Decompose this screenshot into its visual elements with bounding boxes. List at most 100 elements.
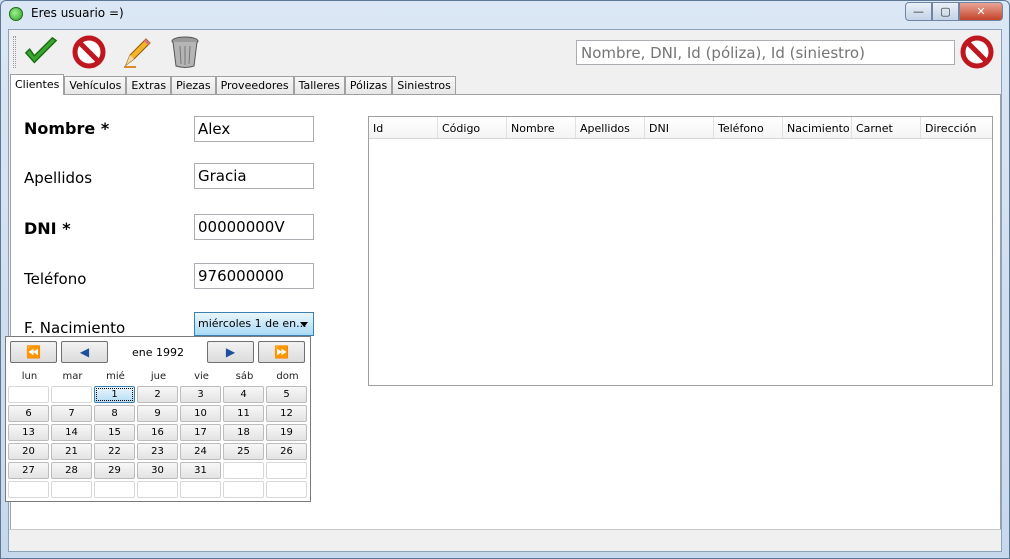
- calendar-day[interactable]: 25: [223, 443, 264, 460]
- calendar-day[interactable]: 5: [266, 386, 307, 403]
- next-year-button[interactable]: ⏩: [258, 341, 305, 363]
- calendar-day[interactable]: 22: [94, 443, 135, 460]
- dni-field[interactable]: 00000000V: [194, 214, 314, 240]
- calendar-day[interactable]: 1: [94, 386, 135, 403]
- calendar-popup: ⏪ ◀ ene 1992 ▶ ⏩ lun mar mié jue vie sáb dom 1 2…: [5, 336, 311, 502]
- calendar-month-label: ene 1992: [132, 346, 184, 359]
- window-title: Eres usuario =): [31, 6, 124, 20]
- confirm-button[interactable]: [23, 34, 59, 70]
- nombre-label: Nombre *: [24, 119, 110, 138]
- calendar-empty-cell: [223, 462, 264, 479]
- cancel-button[interactable]: [71, 34, 107, 70]
- title-bar[interactable]: Eres usuario =) — ▢ ✕: [1, 1, 1009, 27]
- prev-month-button[interactable]: ◀: [61, 341, 108, 363]
- search-input[interactable]: [576, 40, 955, 65]
- calendar-empty-cell: [51, 386, 92, 403]
- calendar-day[interactable]: 26: [266, 443, 307, 460]
- tab-siniestros[interactable]: Siniestros: [392, 76, 456, 95]
- column-header-nombre[interactable]: Nombre: [507, 117, 576, 138]
- calendar-day[interactable]: 24: [180, 443, 221, 460]
- calendar-day[interactable]: 15: [94, 424, 135, 441]
- column-header-id[interactable]: Id: [369, 117, 438, 138]
- weekday-label: mar: [62, 371, 83, 382]
- left-arrow-icon: ◀: [79, 345, 90, 359]
- nombre-field[interactable]: Alex: [194, 116, 314, 142]
- calendar-day[interactable]: 4: [223, 386, 264, 403]
- calendar-day[interactable]: 6: [8, 405, 49, 422]
- cancel-icon: [72, 35, 106, 69]
- tab-polizas[interactable]: Pólizas: [344, 76, 393, 95]
- calendar-day[interactable]: 31: [180, 462, 221, 479]
- tab-talleres[interactable]: Talleres: [293, 76, 345, 95]
- dni-label: DNI *: [24, 219, 71, 238]
- calendar-empty-cell: [223, 481, 264, 498]
- calendar-day[interactable]: 13: [8, 424, 49, 441]
- calendar-day[interactable]: 29: [94, 462, 135, 479]
- calendar-day[interactable]: 3: [180, 386, 221, 403]
- weekday-label: dom: [276, 371, 299, 382]
- calendar-day[interactable]: 10: [180, 405, 221, 422]
- prev-year-button[interactable]: ⏪: [10, 341, 57, 363]
- close-button[interactable]: ✕: [959, 2, 1003, 21]
- right-arrow-icon: ▶: [225, 345, 236, 359]
- calendar-day[interactable]: 27: [8, 462, 49, 479]
- column-header-nacimiento[interactable]: Nacimiento: [783, 117, 852, 138]
- calendar-empty-cell: [180, 481, 221, 498]
- next-month-button[interactable]: ▶: [207, 341, 254, 363]
- toolbar-grip[interactable]: [13, 36, 16, 68]
- column-header-carnet[interactable]: Carnet: [852, 117, 921, 138]
- calendar-day[interactable]: 14: [51, 424, 92, 441]
- column-header-codigo[interactable]: Código: [438, 117, 507, 138]
- nacimiento-date-picker[interactable]: miércoles 1 de en...: [194, 312, 314, 336]
- column-header-dni[interactable]: DNI: [645, 117, 714, 138]
- apellidos-field[interactable]: Gracia: [194, 163, 314, 189]
- calendar-day[interactable]: 9: [137, 405, 178, 422]
- calendar-day[interactable]: 2: [137, 386, 178, 403]
- nacimiento-label: F. Nacimiento: [24, 319, 126, 337]
- calendar-empty-cell: [94, 481, 135, 498]
- double-right-arrow-icon: ⏩: [274, 345, 289, 359]
- calendar-day[interactable]: 23: [137, 443, 178, 460]
- nacimiento-value: miércoles 1 de en...: [198, 317, 307, 330]
- tab-vehiculos[interactable]: Vehículos: [64, 76, 127, 95]
- status-bar: [9, 529, 1001, 551]
- column-header-telefono[interactable]: Teléfono: [714, 117, 783, 138]
- weekday-label: sáb: [235, 371, 254, 382]
- tab-clientes[interactable]: Clientes: [10, 74, 65, 95]
- tab-bar: Clientes Vehículos Extras Piezas Proveed…: [10, 74, 456, 95]
- edit-button[interactable]: [119, 34, 155, 70]
- tab-extras[interactable]: Extras: [126, 76, 172, 95]
- calendar-day[interactable]: 12: [266, 405, 307, 422]
- clear-search-button[interactable]: [959, 34, 995, 70]
- calendar-empty-cell: [51, 481, 92, 498]
- weekday-label: vie: [194, 371, 209, 382]
- delete-button[interactable]: [167, 34, 203, 70]
- calendar-day[interactable]: 19: [266, 424, 307, 441]
- weekday-label: mié: [106, 371, 125, 382]
- tab-piezas[interactable]: Piezas: [171, 76, 216, 95]
- calendar-day[interactable]: 30: [137, 462, 178, 479]
- calendar-day[interactable]: 17: [180, 424, 221, 441]
- minimize-button[interactable]: —: [905, 2, 932, 21]
- calendar-day[interactable]: 20: [8, 443, 49, 460]
- column-header-direccion[interactable]: Dirección: [921, 117, 990, 138]
- tab-proveedores[interactable]: Proveedores: [215, 76, 294, 95]
- calendar-day[interactable]: 8: [94, 405, 135, 422]
- calendar-day[interactable]: 11: [223, 405, 264, 422]
- calendar-day[interactable]: 7: [51, 405, 92, 422]
- toolbar: [9, 30, 1001, 74]
- calendar-empty-cell: [8, 386, 49, 403]
- cancel-icon: [960, 35, 994, 69]
- calendar-day[interactable]: 28: [51, 462, 92, 479]
- calendar-day[interactable]: 18: [223, 424, 264, 441]
- column-header-apellidos[interactable]: Apellidos: [576, 117, 645, 138]
- clientes-table[interactable]: Id Código Nombre Apellidos DNI Teléfono …: [368, 116, 993, 386]
- telefono-field[interactable]: 976000000: [194, 263, 314, 289]
- table-header: Id Código Nombre Apellidos DNI Teléfono …: [369, 117, 992, 139]
- calendar-empty-cell: [8, 481, 49, 498]
- maximize-button[interactable]: ▢: [932, 2, 959, 21]
- calendar-day[interactable]: 16: [137, 424, 178, 441]
- app-icon: [9, 7, 23, 21]
- calendar-day[interactable]: 21: [51, 443, 92, 460]
- calendar-empty-cell: [266, 481, 307, 498]
